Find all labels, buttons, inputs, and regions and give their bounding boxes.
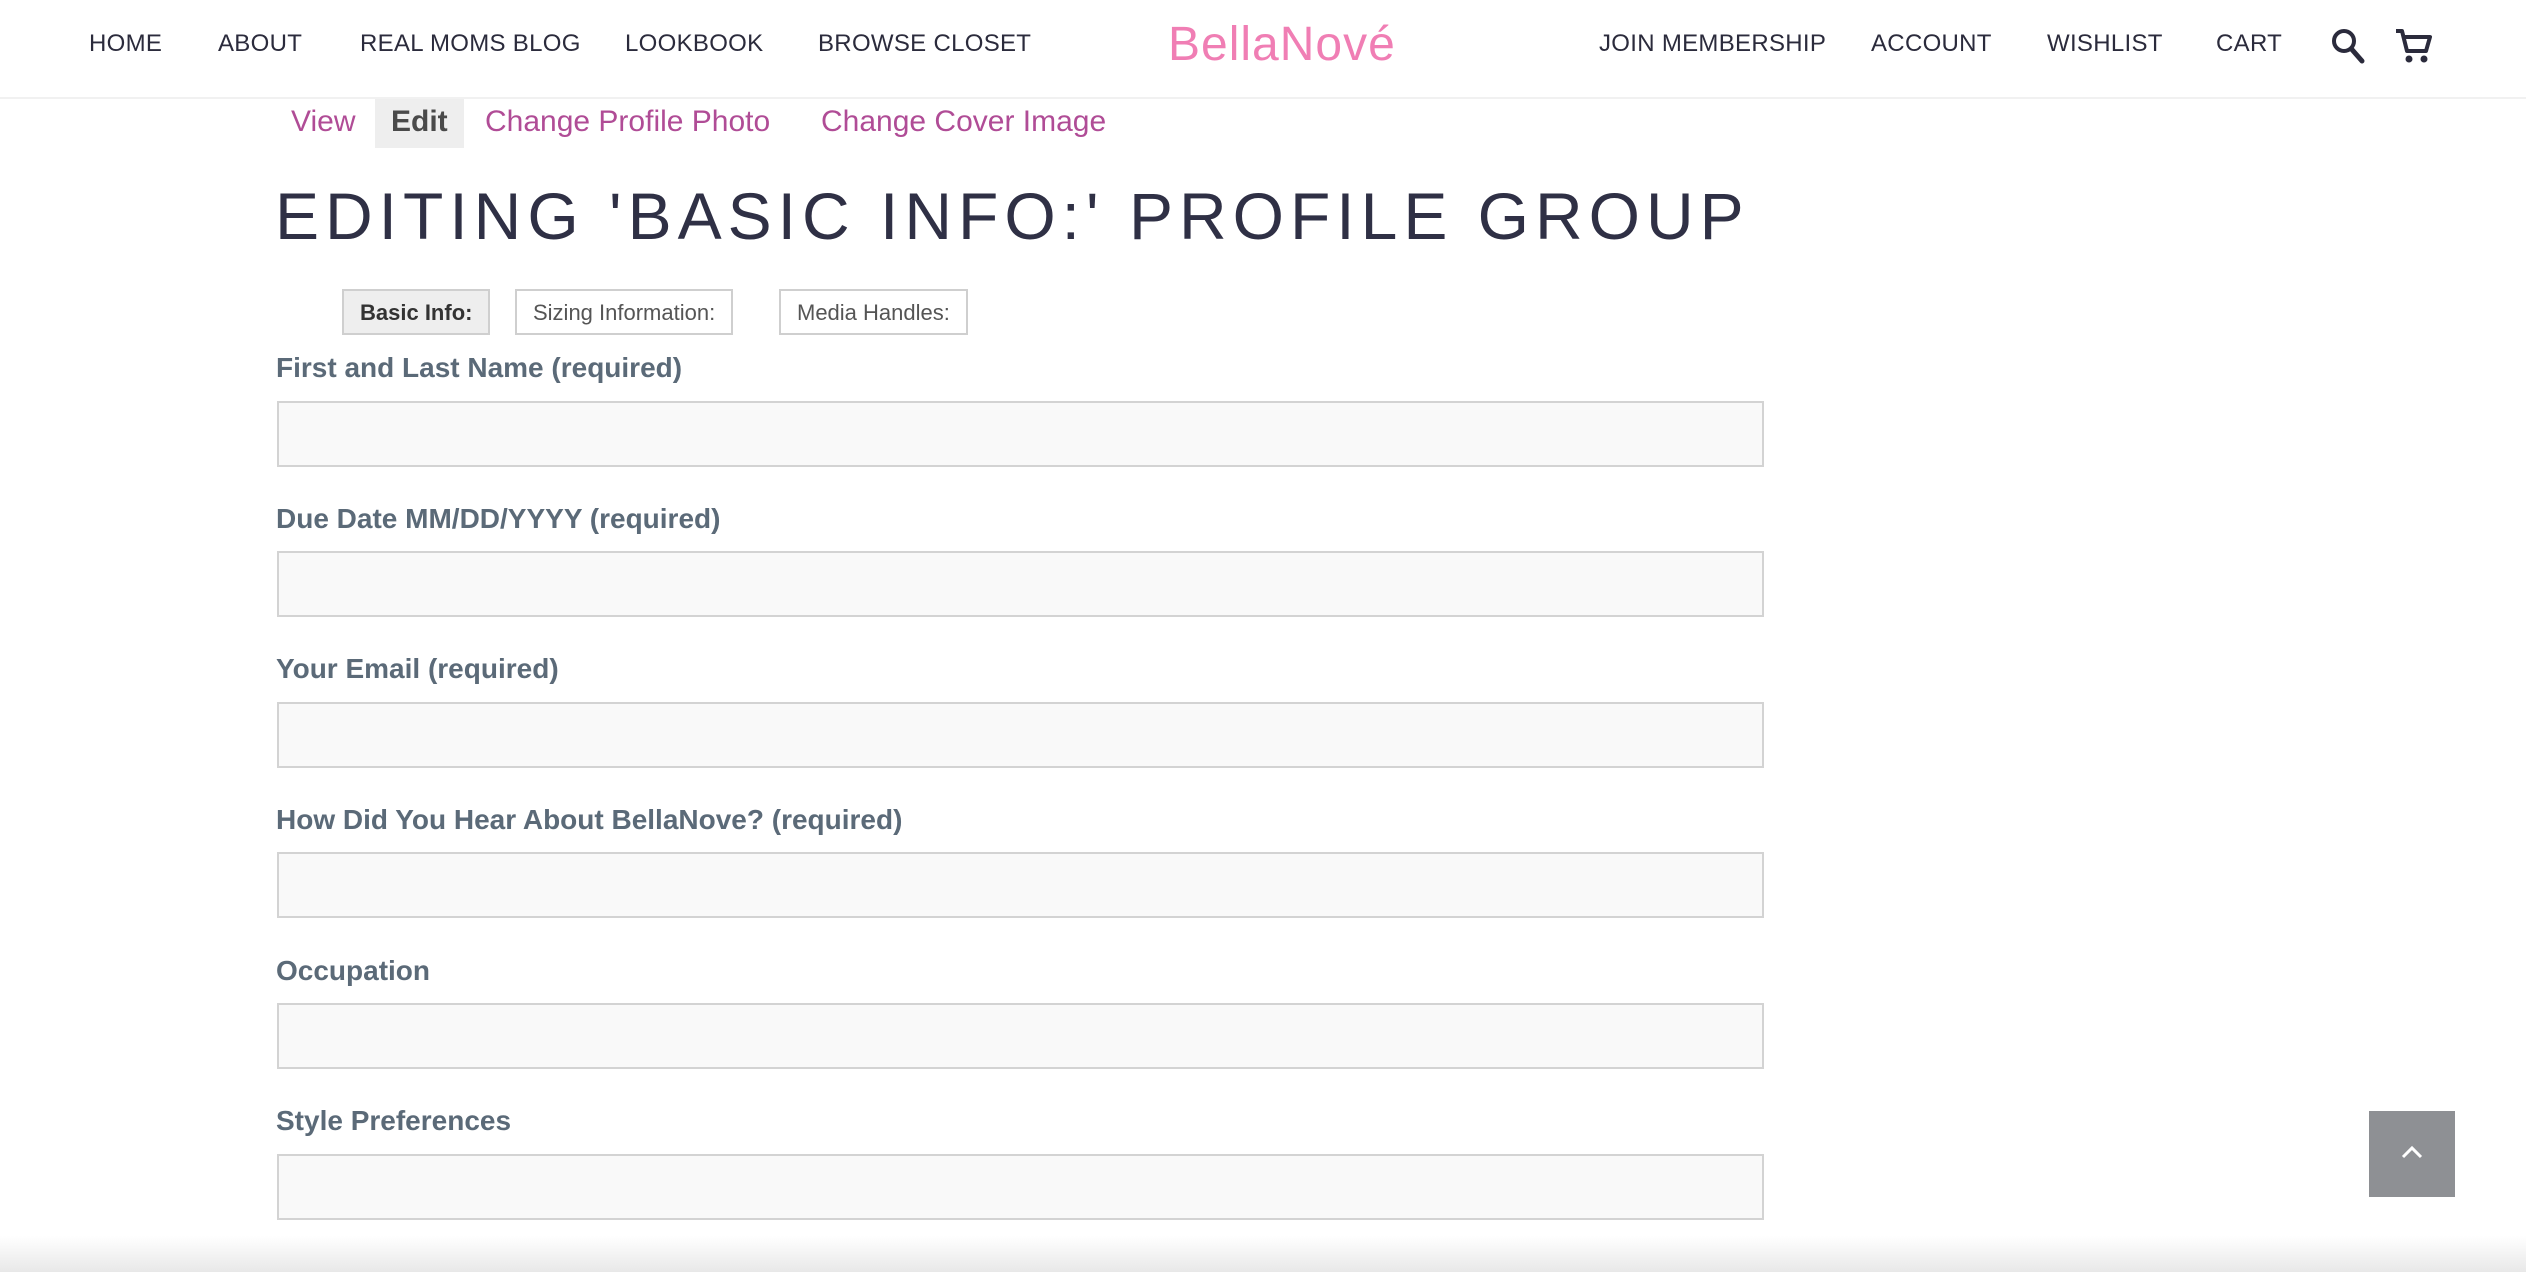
- nav-browse-closet[interactable]: BROWSE CLOSET: [818, 30, 1031, 58]
- back-to-top-button[interactable]: [2369, 1111, 2455, 1197]
- email-field[interactable]: [277, 702, 1764, 768]
- group-tab-media-handles[interactable]: Media Handles:: [779, 289, 968, 335]
- due-date-label: Due Date MM/DD/YYYY (required): [276, 503, 721, 534]
- group-tab-basic-info[interactable]: Basic Info:: [342, 289, 491, 335]
- nav-cart[interactable]: CART: [2216, 30, 2282, 58]
- email-label: Your Email (required): [276, 653, 559, 684]
- site-logo[interactable]: BellaNové: [1168, 17, 1396, 72]
- hear-about-label: How Did You Hear About BellaNove? (requi…: [276, 804, 903, 835]
- site-header: HOME ABOUT REAL MOMS BLOG LOOKBOOK BROWS…: [0, 0, 2526, 99]
- subnav-change-profile-photo[interactable]: Change Profile Photo: [469, 96, 786, 148]
- group-tab-sizing-information[interactable]: Sizing Information:: [515, 289, 734, 335]
- page: HOME ABOUT REAL MOMS BLOG LOOKBOOK BROWS…: [0, 0, 2526, 1272]
- nav-lookbook[interactable]: LOOKBOOK: [625, 30, 763, 58]
- nav-join-membership[interactable]: JOIN MEMBERSHIP: [1599, 30, 1826, 58]
- subnav-view[interactable]: View: [275, 96, 371, 148]
- hear-about-field[interactable]: [277, 852, 1764, 918]
- style-preferences-field[interactable]: [277, 1154, 1764, 1220]
- first-last-name-label: First and Last Name (required): [276, 352, 683, 383]
- subnav-change-cover-image[interactable]: Change Cover Image: [805, 96, 1122, 148]
- nav-wishlist[interactable]: WISHLIST: [2047, 30, 2163, 58]
- page-title: EDITING 'BASIC INFO:' PROFILE GROUP: [275, 179, 1750, 253]
- search-icon[interactable]: [2331, 28, 2365, 69]
- nav-home[interactable]: HOME: [89, 30, 162, 58]
- nav-about[interactable]: ABOUT: [218, 30, 302, 58]
- style-preferences-label: Style Preferences: [276, 1105, 512, 1136]
- occupation-field[interactable]: [277, 1003, 1764, 1069]
- nav-real-moms-blog[interactable]: REAL MOMS BLOG: [360, 30, 581, 58]
- first-last-name-field[interactable]: [277, 401, 1764, 467]
- occupation-label: Occupation: [276, 955, 431, 986]
- cart-icon[interactable]: [2394, 26, 2434, 71]
- bottom-fade: [0, 1236, 2526, 1272]
- nav-account[interactable]: ACCOUNT: [1871, 30, 1992, 58]
- due-date-field[interactable]: [277, 551, 1764, 617]
- subnav-edit[interactable]: Edit: [375, 96, 464, 148]
- chevron-up-icon: [2401, 1145, 2423, 1159]
